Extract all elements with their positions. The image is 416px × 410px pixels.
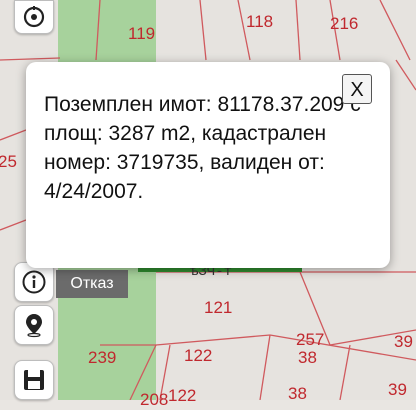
parcel-label: 25 (0, 152, 17, 171)
parcel-label: 118 (246, 12, 274, 31)
close-button[interactable]: X (342, 74, 372, 104)
parcel-label: 39 (394, 332, 413, 351)
locate-icon (23, 6, 45, 28)
parcel-info-text: Поземплен имот: 81178.37.209 с площ: 328… (44, 93, 361, 203)
map-pin-icon (26, 314, 42, 338)
parcel-label: 257 (296, 330, 325, 349)
parcel-label: 38 (288, 384, 307, 403)
parcel-info-popup: Поземплен имот: 81178.37.209 с площ: 328… (26, 62, 390, 268)
parcel-label: 119 (128, 24, 156, 43)
parcel-label: 38 (298, 348, 317, 367)
save-icon (24, 370, 44, 390)
info-icon (22, 270, 46, 294)
save-button[interactable] (14, 360, 54, 400)
info-button[interactable] (14, 262, 54, 302)
parcel-label: 239 (88, 348, 117, 367)
parcel-label: 216 (330, 14, 359, 33)
parcel-label: 208 (140, 390, 169, 409)
parcel-label: 122 (184, 346, 213, 365)
map-pin-button[interactable] (14, 305, 54, 345)
parcel-label: 121 (204, 298, 233, 317)
locate-button[interactable] (14, 0, 54, 34)
parcel-label: 122 (168, 386, 197, 405)
cancel-button[interactable]: Отказ (56, 270, 128, 298)
parcel-label: 39 (388, 380, 407, 399)
